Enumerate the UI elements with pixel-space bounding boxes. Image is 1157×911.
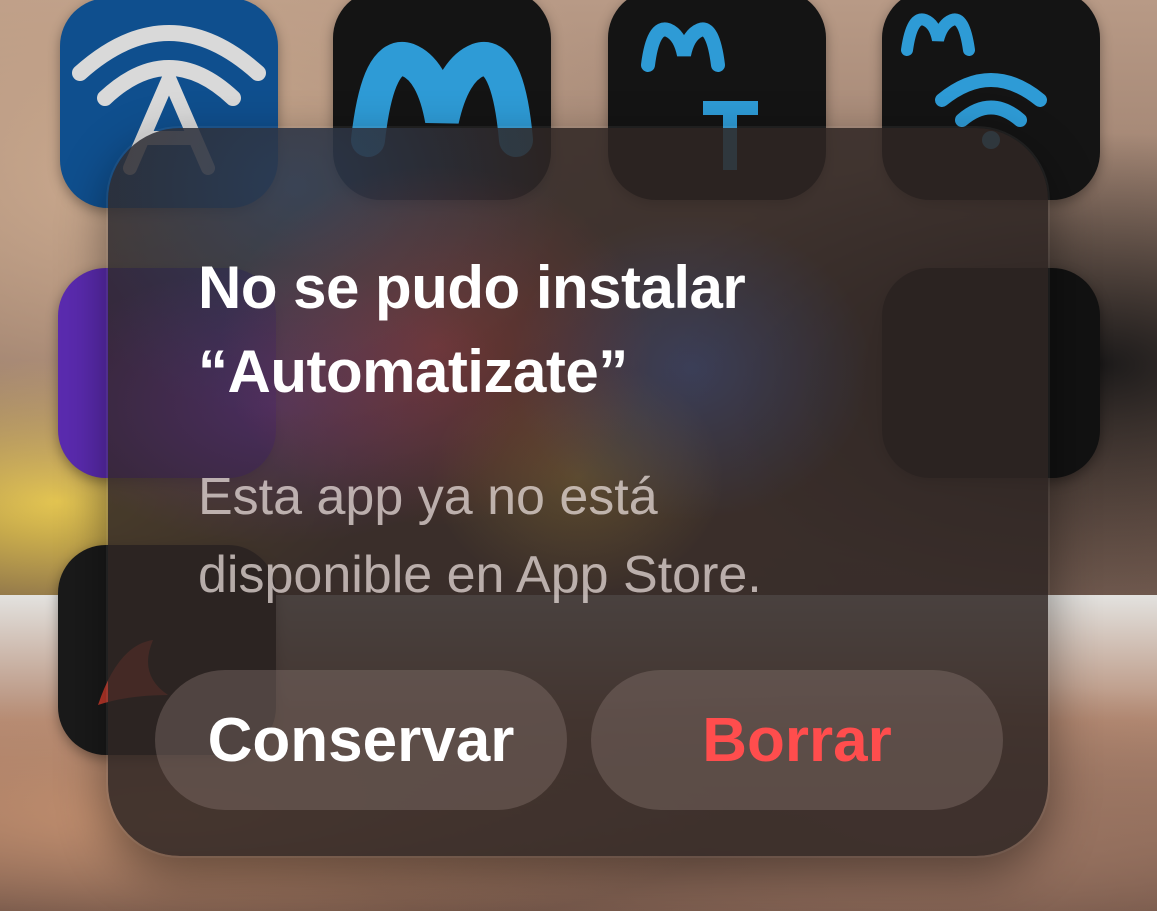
alert-title-line-1: No se pudo instalar: [198, 254, 746, 321]
alert-message-line-1: Esta app ya no está: [198, 468, 658, 526]
alert-title: No se pudo instalar “Automatizate”: [198, 246, 978, 414]
delete-button[interactable]: Borrar: [591, 670, 1003, 810]
alert-title-line-2: “Automatizate”: [198, 338, 628, 405]
alert-message-line-2: disponible en App Store.: [198, 546, 762, 604]
alert-message: Esta app ya no está disponible en App St…: [198, 458, 978, 614]
alert-dialog: No se pudo instalar “Automatizate” Esta …: [108, 128, 1048, 856]
keep-button[interactable]: Conservar: [155, 670, 567, 810]
